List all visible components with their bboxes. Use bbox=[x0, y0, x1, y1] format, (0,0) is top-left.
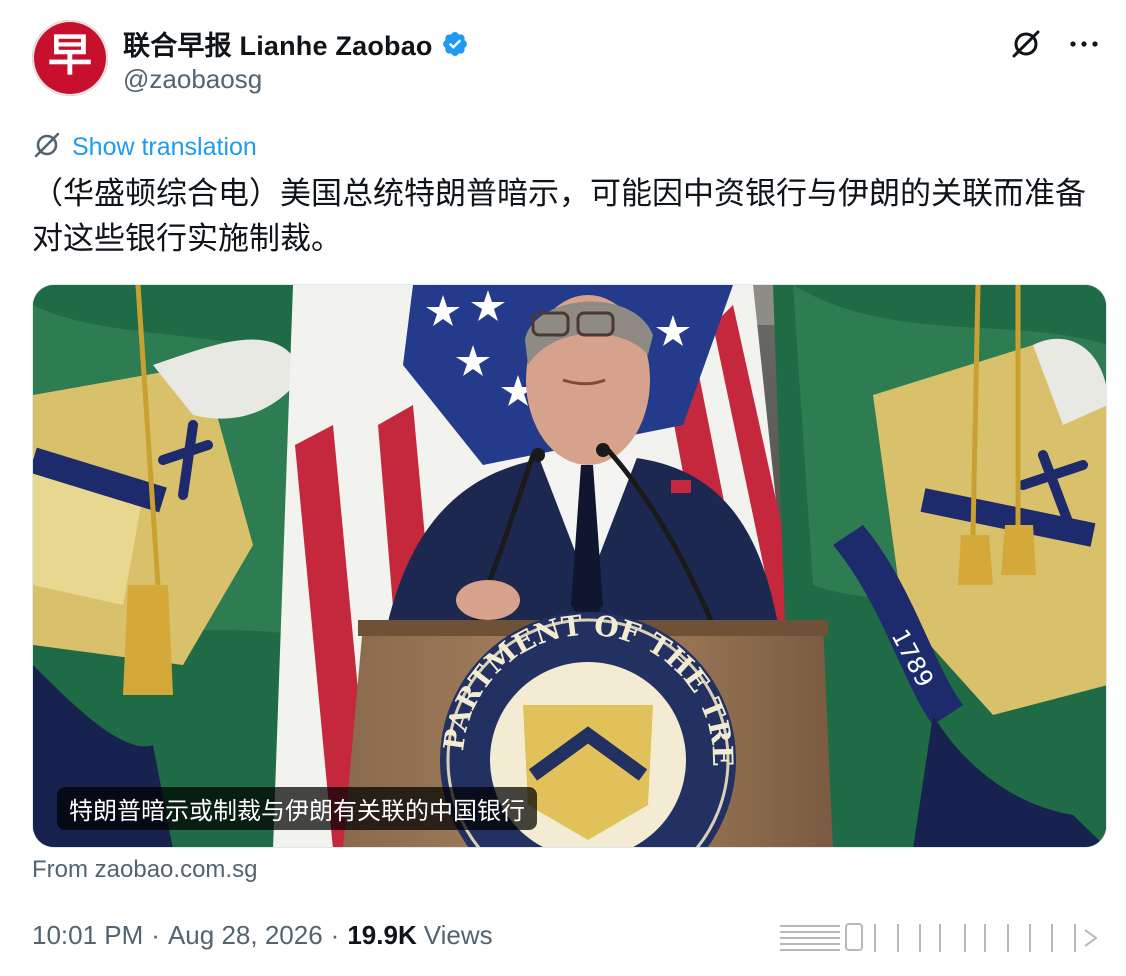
link-source[interactable]: From zaobao.com.sg bbox=[32, 856, 257, 884]
tweet-header: 早 联合早报 Lianhe Zaobao @zaobaosg bbox=[32, 20, 1102, 100]
watermark bbox=[780, 920, 1102, 956]
header-actions bbox=[1008, 26, 1102, 62]
verified-badge-icon[interactable] bbox=[441, 30, 469, 58]
grok-icon[interactable] bbox=[1008, 26, 1044, 62]
show-translation-button[interactable]: Show translation bbox=[32, 130, 257, 165]
tweet-time[interactable]: 10:01 PM bbox=[32, 920, 143, 951]
tweet-meta: 10:01 PM · Aug 28, 2026 · 19.9K Views bbox=[32, 920, 493, 951]
show-translation-label: Show translation bbox=[72, 133, 257, 161]
more-icon[interactable] bbox=[1066, 26, 1102, 62]
image-caption: 特朗普暗示或制裁与伊朗有关联的中国银行 bbox=[57, 787, 537, 830]
avatar-glyph: 早 bbox=[48, 30, 92, 81]
tweet-text: （华盛顿综合电）美国总统特朗普暗示，可能因中资银行与伊朗的关联而准备对这些银行实… bbox=[32, 176, 1086, 257]
name-row: 联合早报 Lianhe Zaobao bbox=[123, 24, 469, 63]
tweet-date[interactable]: Aug 28, 2026 bbox=[168, 920, 323, 951]
avatar[interactable]: 早 bbox=[32, 20, 108, 96]
meta-separator: · bbox=[330, 920, 340, 950]
translate-icon bbox=[32, 130, 62, 165]
views-count: 19.9K bbox=[347, 920, 417, 950]
meta-separator: · bbox=[151, 920, 160, 950]
handle[interactable]: @zaobaosg bbox=[123, 64, 262, 95]
views-label: Views bbox=[423, 920, 493, 950]
display-name[interactable]: 联合早报 Lianhe Zaobao bbox=[123, 24, 433, 63]
tweet-image[interactable]: 1789 THE DEPARTMENT OF THE TREASURY 特 bbox=[32, 284, 1107, 848]
